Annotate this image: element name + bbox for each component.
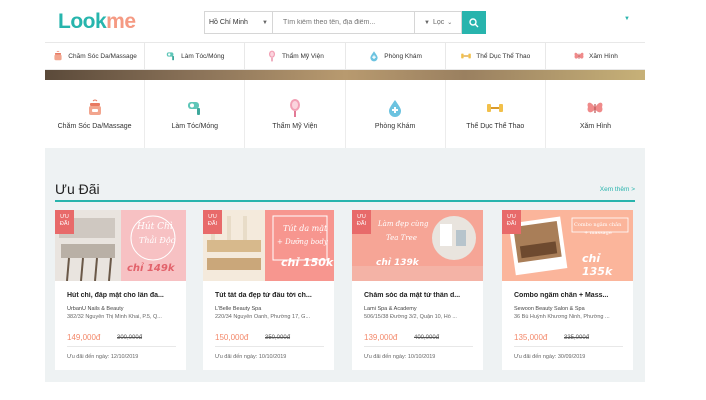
deal-name[interactable]: Combo ngâm chân + Mass... (514, 292, 629, 299)
filter-label: Lọc (432, 19, 445, 26)
mirror-icon (269, 50, 276, 62)
cosmetic-jar-icon (88, 99, 101, 115)
deal-expiry: Ưu đãi đến ngày: 30/09/2019 (514, 354, 586, 360)
category-bar-item-skincare[interactable]: Chăm Sóc Da/Massage (45, 43, 146, 69)
deal-price: 135,000đ (514, 333, 548, 342)
category-grid: Chăm Sóc Da/Massage Làm Tóc/Móng Thẩm Mỹ… (45, 80, 645, 148)
city-select[interactable]: Hồ Chí Minh ▼ (204, 11, 272, 34)
deals-divider (55, 200, 635, 202)
category-bar-item-clinic[interactable]: Phòng Khám (346, 43, 446, 69)
category-bar-item-cosmetic-clinic[interactable]: Thẩm Mỹ Viện (245, 43, 346, 69)
category-bar: Chăm Sóc Da/Massage Làm Tóc/Móng Thẩm Mỹ… (45, 42, 645, 70)
hero-banner[interactable] (45, 70, 645, 80)
deal-address: 220/34 Nguyễn Oanh, Phường 17, G... (215, 314, 311, 320)
deal-badge: ƯU ĐÃI (203, 210, 222, 234)
deal-separator (364, 346, 473, 347)
deals-title: Ưu Đãi (55, 181, 100, 197)
hair-dryer-icon (166, 52, 175, 61)
see-more-link[interactable]: Xem thêm > (600, 186, 635, 193)
deal-card[interactable]: Làm đẹp cùng Tea Tree chỉ 139k ƯU ĐÃI Chă… (352, 210, 483, 370)
deal-expiry: Ưu đãi đến ngày: 10/10/2019 (215, 354, 287, 360)
search-button[interactable] (462, 11, 486, 34)
category-grid-item-skincare[interactable]: Chăm Sóc Da/Massage (45, 80, 146, 148)
deal-badge: ƯU ĐÃI (55, 210, 74, 234)
category-bar-item-tattoo[interactable]: Xăm Hình (546, 43, 645, 69)
logo-main: Look (58, 10, 107, 33)
deal-image[interactable]: Làm đẹp cùng Tea Tree chỉ 139k ƯU ĐÃI (352, 210, 483, 281)
deal-address: 36 Bù Huỳnh Khương Ninh, Phường ... (514, 314, 610, 320)
deal-expiry: Ưu đãi đến ngày: 12/10/2019 (67, 354, 139, 360)
deal-image[interactable]: Hút Chì Thải Độc chỉ 149k ƯU ĐÃI (55, 210, 186, 281)
deal-address: 382/32 Nguyễn Thị Minh Khai, P.5, Q... (67, 314, 162, 320)
deal-shop: Sewoon Beauty Salon & Spa (514, 306, 585, 312)
deal-old-price: 350,000đ (265, 335, 291, 341)
deal-name[interactable]: Chăm sóc da mặt từ thần d... (364, 292, 479, 299)
deal-separator (215, 346, 324, 347)
hair-dryer-icon (187, 102, 200, 115)
deal-old-price: 300,000đ (117, 335, 143, 341)
deal-card[interactable]: Tút da mặt + Dưỡng body chỉ 150k ƯU ĐÃI T… (203, 210, 334, 370)
deal-separator (514, 346, 623, 347)
search-icon (469, 17, 479, 27)
user-menu-toggle[interactable]: ▼ (624, 16, 630, 22)
category-grid-item-clinic[interactable]: Phòng Khám (346, 80, 446, 148)
search-input[interactable] (272, 11, 415, 34)
butterfly-icon (574, 52, 584, 59)
drop-icon (389, 100, 402, 117)
city-value: Hồ Chí Minh (209, 19, 248, 26)
deal-expiry: Ưu đãi đến ngày: 10/10/2019 (364, 354, 436, 360)
lookme-logo[interactable]: Lookme (58, 10, 136, 34)
category-grid-item-fitness[interactable]: Thể Dục Thể Thao (446, 80, 546, 148)
category-grid-item-tattoo[interactable]: Xăm Hình (546, 80, 645, 148)
deal-card[interactable]: Hút Chì Thải Độc chỉ 149k ƯU ĐÃI Hút chì,… (55, 210, 186, 370)
drop-icon (370, 51, 378, 62)
cosmetic-jar-icon (54, 50, 62, 61)
deal-shop: L'Belle Beauty Spa (215, 306, 262, 312)
deal-image[interactable]: Tút da mặt + Dưỡng body chỉ 150k ƯU ĐÃI (203, 210, 334, 281)
deal-name[interactable]: Tút tát da đẹp từ đầu tới ch... (215, 292, 330, 299)
filter-icon: ▼ (424, 20, 430, 26)
deal-badge: ƯU ĐÃI (502, 210, 521, 234)
deals-section: Ưu Đãi Xem thêm > Hút Chì Thải Độc chỉ 1… (45, 148, 645, 382)
chevron-down-icon: ⌄ (447, 20, 453, 26)
category-grid-item-hair-nails[interactable]: Làm Tóc/Móng (145, 80, 246, 148)
deal-card[interactable]: Combo ngâm chân + massage chỉ 135k ƯU ĐÃI… (502, 210, 633, 370)
deal-price: 139,000đ (364, 333, 398, 342)
deal-address: 506/15/38 Đường 3/2, Quận 10, Hồ ... (364, 314, 457, 320)
deal-old-price: 335,000đ (564, 335, 590, 341)
deal-shop: UrbanU Nails & Beauty (67, 306, 124, 312)
mirror-icon (289, 99, 300, 117)
deal-separator (67, 346, 176, 347)
chevron-down-icon: ▼ (262, 20, 268, 26)
dumbbell-icon (487, 104, 504, 112)
deal-badge: ƯU ĐÃI (352, 210, 371, 234)
category-bar-item-fitness[interactable]: Thể Dục Thể Thao (446, 43, 546, 69)
dumbbell-icon (461, 53, 472, 59)
deal-old-price: 400,000đ (414, 335, 440, 341)
logo-accent: me (106, 10, 136, 33)
header: Lookme Hồ Chí Minh ▼ ▼Lọc⌄ ▼ (0, 0, 706, 42)
butterfly-icon (587, 102, 603, 113)
deal-price: 150,000đ (215, 333, 249, 342)
deal-shop: Lami Spa & Academy (364, 306, 417, 312)
deal-name[interactable]: Hút chì, đắp mặt cho lần đa... (67, 292, 182, 299)
category-grid-item-cosmetic-clinic[interactable]: Thẩm Mỹ Viện (245, 80, 346, 148)
filter-button[interactable]: ▼ Lọc ⌄ (415, 11, 462, 34)
deal-image[interactable]: Combo ngâm chân + massage chỉ 135k ƯU ĐÃI (502, 210, 633, 281)
category-bar-item-hair-nails[interactable]: Làm Tóc/Móng (145, 43, 246, 69)
deal-price: 149,000đ (67, 333, 101, 342)
